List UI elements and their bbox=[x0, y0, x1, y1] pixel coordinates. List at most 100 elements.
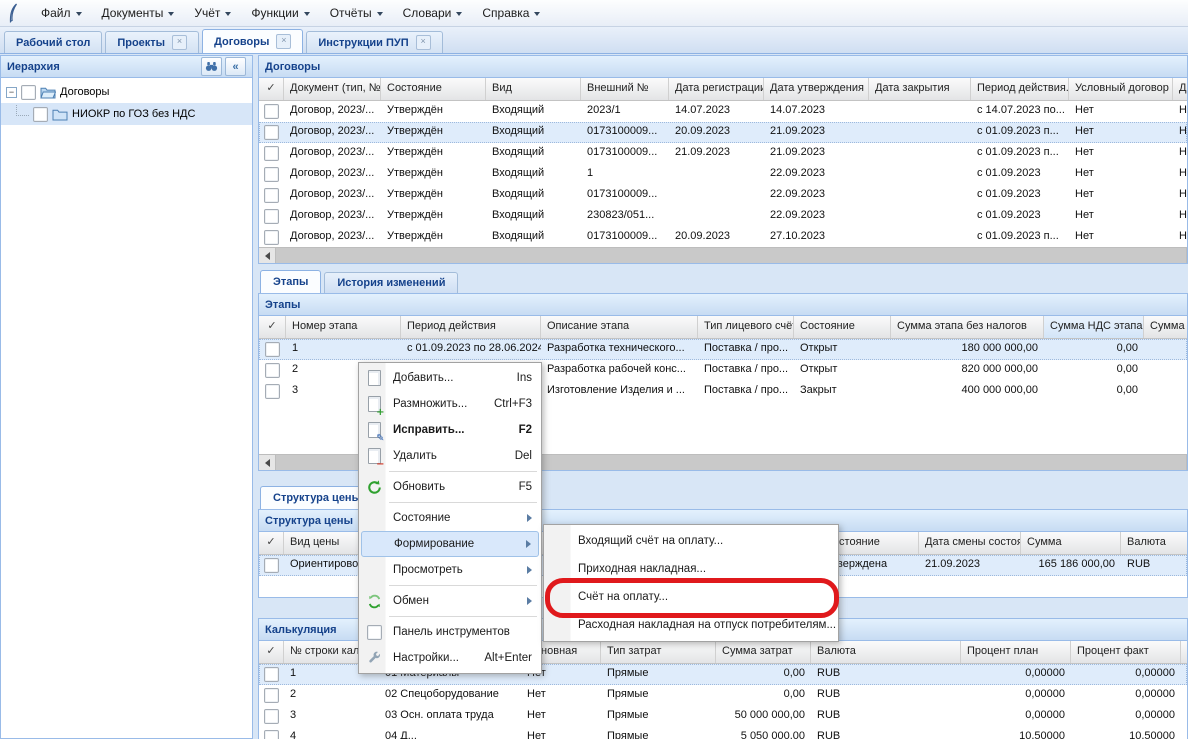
column-header[interactable]: Валюта bbox=[1121, 532, 1188, 554]
row-checkbox[interactable] bbox=[264, 188, 279, 203]
window-tab-2[interactable]: Договоры× bbox=[202, 29, 303, 53]
column-header[interactable]: Дата смены состоя bbox=[919, 532, 1021, 554]
table-row[interactable]: 303 Осн. оплата трудаНетПрямые50 000 000… bbox=[259, 706, 1187, 727]
table-row[interactable]: Договор, 2023/...УтверждёнВходящий230823… bbox=[259, 206, 1187, 227]
row-checkbox[interactable] bbox=[264, 558, 279, 573]
select-all-header[interactable]: ✓ bbox=[259, 641, 284, 663]
table-row[interactable]: Договор, 2023/...УтверждёнВходящий122.09… bbox=[259, 164, 1187, 185]
column-header[interactable]: Документ (тип, № bbox=[284, 78, 381, 100]
menu-item-5[interactable]: ОбновитьF5 bbox=[361, 474, 539, 500]
menu-item-0[interactable]: Добавить...Ins bbox=[361, 365, 539, 391]
menu-item-7[interactable]: Состояние bbox=[361, 505, 539, 531]
column-header[interactable]: Дата регистрации. bbox=[669, 78, 764, 100]
menubar-item-2[interactable]: Учёт bbox=[184, 2, 241, 24]
scroll-left-icon[interactable] bbox=[259, 248, 276, 263]
column-header[interactable]: Описание этапа bbox=[541, 316, 698, 338]
tab-stage-1[interactable]: История изменений bbox=[324, 272, 458, 293]
row-checkbox[interactable] bbox=[264, 209, 279, 224]
table-row[interactable]: 1с 01.09.2023 по 28.06.2024Разработка те… bbox=[259, 339, 1187, 360]
menu-item-13[interactable]: Панель инструментов bbox=[361, 619, 539, 645]
column-header[interactable]: Дог bbox=[1173, 78, 1188, 100]
column-header[interactable]: Процент план bbox=[961, 641, 1071, 663]
column-header[interactable]: Сумма НДС этапа bbox=[1044, 316, 1144, 338]
column-header[interactable]: Процент факт bbox=[1071, 641, 1181, 663]
row-checkbox[interactable] bbox=[265, 363, 280, 378]
table-row[interactable]: Договор, 2023/...УтверждёнВходящий017310… bbox=[259, 122, 1187, 143]
row-checkbox[interactable] bbox=[264, 104, 279, 119]
tab-price-structure[interactable]: Структура цены bbox=[260, 486, 374, 509]
table-row[interactable]: Договор, 2023/...УтверждёнВходящий017310… bbox=[259, 185, 1187, 206]
tree-node-checkbox[interactable] bbox=[33, 107, 48, 122]
menubar-item-5[interactable]: Словари bbox=[393, 2, 473, 24]
menubar-item-4[interactable]: Отчёты bbox=[320, 2, 393, 24]
row-checkbox[interactable] bbox=[264, 688, 279, 703]
column-header[interactable]: Вид bbox=[486, 78, 581, 100]
tab-close-icon[interactable]: × bbox=[172, 35, 187, 50]
table-row[interactable]: 202 СпецоборудованиеНетПрямые0,00RUB0,00… bbox=[259, 685, 1187, 706]
scroll-left-icon[interactable] bbox=[259, 455, 276, 470]
menubar-item-1[interactable]: Документы bbox=[92, 2, 185, 24]
window-tab-3[interactable]: Инструкции ПУП× bbox=[306, 31, 442, 53]
column-header[interactable]: Дата закрытия bbox=[869, 78, 971, 100]
select-all-header[interactable]: ✓ bbox=[259, 316, 286, 338]
column-header[interactable]: Тип лицевого счёт bbox=[698, 316, 794, 338]
table-row[interactable]: 404 Д...НетПрямые5 050 000,00RUB10,50000… bbox=[259, 727, 1187, 739]
row-checkbox[interactable] bbox=[264, 667, 279, 682]
menu-item-1[interactable]: Приходная накладная... bbox=[546, 555, 836, 583]
column-header[interactable]: Состояние bbox=[794, 316, 891, 338]
window-tab-0[interactable]: Рабочий стол bbox=[4, 31, 102, 53]
menu-item-3[interactable]: Расходная накладная на отпуск потребител… bbox=[546, 611, 836, 639]
row-checkbox[interactable] bbox=[264, 146, 279, 161]
select-all-header[interactable]: ✓ bbox=[259, 78, 284, 100]
collapse-panel-icon[interactable]: « bbox=[225, 57, 246, 76]
column-header[interactable]: Сумма bbox=[1021, 532, 1121, 554]
window-tab-1[interactable]: Проекты× bbox=[105, 31, 199, 53]
tab-close-icon[interactable]: × bbox=[416, 35, 431, 50]
row-checkbox[interactable] bbox=[264, 125, 279, 140]
horizontal-scrollbar[interactable] bbox=[259, 247, 1187, 263]
menu-item-9[interactable]: Просмотреть bbox=[361, 557, 539, 583]
column-header[interactable]: Период действия bbox=[401, 316, 541, 338]
tree-node-1[interactable]: НИОКР по ГОЗ без НДС bbox=[1, 103, 252, 125]
menubar-item-0[interactable]: Файл bbox=[31, 2, 92, 24]
column-header[interactable]: Сумма этапа без налогов bbox=[891, 316, 1044, 338]
column-header[interactable]: Условный договор bbox=[1069, 78, 1173, 100]
tab-close-icon[interactable]: × bbox=[276, 34, 291, 49]
select-all-header[interactable]: ✓ bbox=[259, 532, 284, 554]
menu-item-2[interactable]: ✎Исправить...F2 bbox=[361, 417, 539, 443]
table-row[interactable]: Договор, 2023/...УтверждёнВходящий017310… bbox=[259, 227, 1187, 248]
column-header[interactable]: Номер этапа bbox=[286, 316, 401, 338]
row-checkbox[interactable] bbox=[264, 167, 279, 182]
column-header[interactable]: Дата утверждения bbox=[764, 78, 869, 100]
search-binoculars-icon[interactable] bbox=[201, 57, 222, 76]
table-row[interactable]: Договор, 2023/...УтверждёнВходящий017310… bbox=[259, 143, 1187, 164]
menu-item-8[interactable]: Формирование bbox=[361, 531, 539, 557]
column-header[interactable]: Период действия.. bbox=[971, 78, 1069, 100]
menu-item-14[interactable]: Настройки...Alt+Enter bbox=[361, 645, 539, 671]
column-header[interactable] bbox=[1181, 641, 1188, 663]
menu-item-1[interactable]: +Размножить...Ctrl+F3 bbox=[361, 391, 539, 417]
menubar-item-3[interactable]: Функции bbox=[241, 2, 319, 24]
column-header[interactable]: Внешний № bbox=[581, 78, 669, 100]
menu-item-0[interactable]: Входящий счёт на оплату... bbox=[546, 527, 836, 555]
row-checkbox[interactable] bbox=[265, 342, 280, 357]
row-checkbox[interactable] bbox=[264, 709, 279, 724]
column-header[interactable]: Сумма э bbox=[1144, 316, 1188, 338]
row-checkbox[interactable] bbox=[264, 730, 279, 739]
scrollbar-thumb[interactable] bbox=[276, 248, 1187, 263]
column-header[interactable]: Валюта bbox=[811, 641, 961, 663]
menu-item-11[interactable]: Обмен bbox=[361, 588, 539, 614]
tree-node-0[interactable]: −Договоры bbox=[1, 81, 252, 103]
tab-stage-0[interactable]: Этапы bbox=[260, 270, 321, 293]
menubar-item-6[interactable]: Справка bbox=[472, 2, 550, 24]
column-header[interactable]: Сумма затрат bbox=[716, 641, 811, 663]
tree-collapse-icon[interactable]: − bbox=[6, 87, 17, 98]
column-header[interactable]: Состояние bbox=[381, 78, 486, 100]
tree-node-checkbox[interactable] bbox=[21, 85, 36, 100]
menu-item-3[interactable]: −УдалитьDel bbox=[361, 443, 539, 469]
table-row[interactable]: Договор, 2023/...УтверждёнВходящий2023/1… bbox=[259, 101, 1187, 122]
row-checkbox[interactable] bbox=[264, 230, 279, 245]
column-header[interactable]: Тип затрат bbox=[601, 641, 716, 663]
menu-item-2[interactable]: Счёт на оплату... bbox=[546, 583, 836, 611]
row-checkbox[interactable] bbox=[265, 384, 280, 399]
